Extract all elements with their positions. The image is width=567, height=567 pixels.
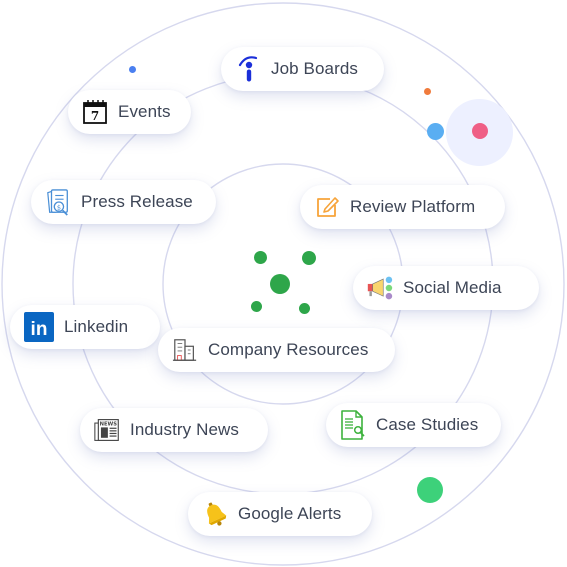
source-label: Review Platform <box>350 197 476 216</box>
source-pill-social-media[interactable]: Social Media <box>353 266 539 310</box>
source-label: Events <box>118 102 171 121</box>
building-icon <box>172 337 198 363</box>
green-dot <box>417 477 443 503</box>
bell-icon <box>202 501 228 527</box>
document-search-icon <box>340 410 366 440</box>
center-dot-top-right <box>302 251 316 265</box>
center-dot-bottom-right <box>299 303 310 314</box>
svg-text:NEWS: NEWS <box>100 422 118 428</box>
source-label: Case Studies <box>376 415 479 434</box>
source-pill-case-studies[interactable]: Case Studies <box>326 403 501 447</box>
source-label: Linkedin <box>64 317 129 336</box>
source-pill-industry-news[interactable]: NEWS Industry News <box>80 408 268 452</box>
svg-text:in: in <box>31 319 48 340</box>
source-pill-review-platform[interactable]: Review Platform <box>300 185 505 229</box>
small-blue-dot <box>129 66 136 73</box>
orange-dot <box>424 88 431 95</box>
blue-dot <box>427 123 444 140</box>
press-release-icon: $ <box>45 189 71 216</box>
megaphone-icon <box>367 275 393 301</box>
source-label: Google Alerts <box>238 504 342 523</box>
indeed-icon <box>235 56 261 82</box>
source-label: Press Release <box>81 192 193 211</box>
svg-text:7: 7 <box>91 109 99 123</box>
source-label: Job Boards <box>271 59 358 78</box>
source-label: Social Media <box>403 278 502 297</box>
source-pill-company-resources[interactable]: Company Resources <box>158 328 395 372</box>
source-pill-press-release[interactable]: $ Press Release <box>31 180 216 224</box>
source-pill-google-alerts[interactable]: Google Alerts <box>188 492 372 536</box>
newspaper-icon: NEWS <box>94 417 120 443</box>
source-pill-events[interactable]: 7 Events <box>68 90 191 134</box>
center-dot-top-left <box>254 251 267 264</box>
svg-text:$: $ <box>57 203 61 211</box>
source-label: Company Resources <box>208 340 369 359</box>
linkedin-icon: in <box>24 312 54 342</box>
source-pill-linkedin[interactable]: in Linkedin <box>10 305 160 349</box>
center-dot-bottom-left <box>251 301 262 312</box>
center-dot <box>270 274 290 294</box>
source-label: Industry News <box>130 420 240 439</box>
edit-icon <box>314 194 340 220</box>
pink-dot <box>472 123 488 139</box>
source-pill-job-boards[interactable]: Job Boards <box>221 47 384 91</box>
calendar-icon: 7 <box>82 99 108 125</box>
